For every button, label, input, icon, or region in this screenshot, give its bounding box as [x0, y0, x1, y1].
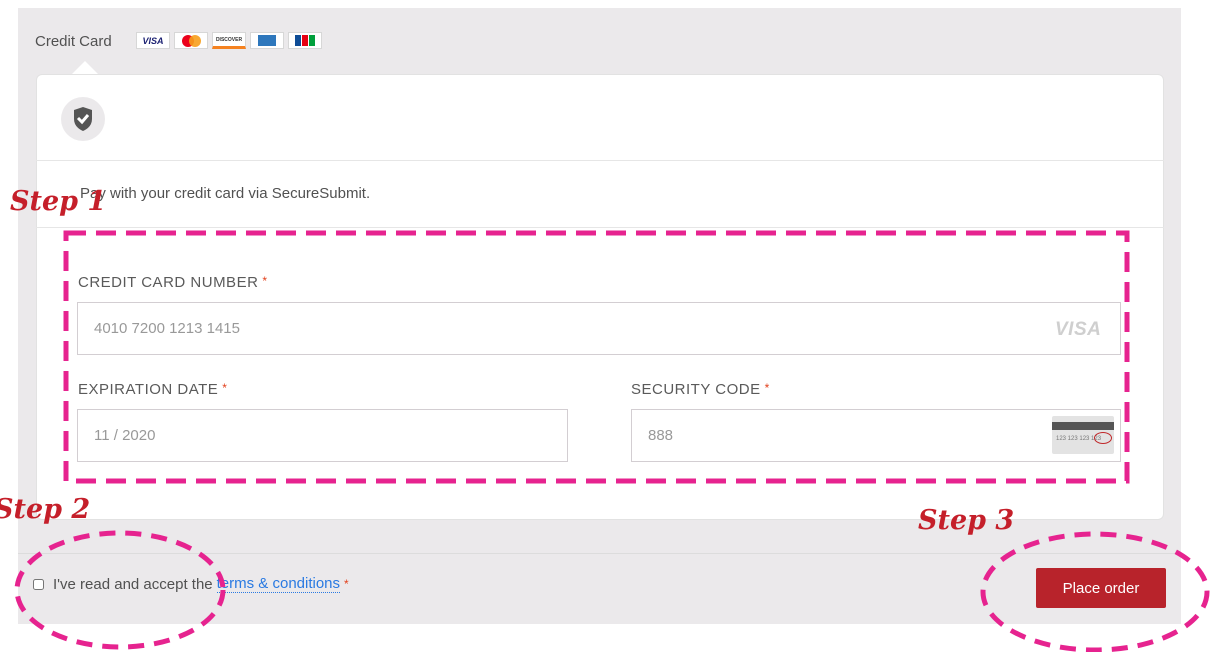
amex-logo-icon	[250, 32, 284, 49]
step1-annotation: Step 1	[10, 186, 107, 217]
step3-annotation: Step 3	[918, 505, 1015, 536]
divider	[36, 227, 1164, 228]
card-number-input[interactable]	[77, 302, 1121, 355]
cvv-card-icon: 123 123 123 123	[1052, 416, 1114, 454]
card-logos: VISA DISCOVER	[136, 32, 322, 50]
required-mark: *	[344, 577, 349, 591]
selected-method-pointer	[71, 61, 99, 75]
card-brand-badge: VISA	[1055, 319, 1102, 340]
security-code-input[interactable]	[631, 409, 1121, 462]
terms-text: I've read and accept the	[53, 575, 213, 593]
jcb-logo-icon	[288, 32, 322, 49]
payment-description: Pay with your credit card via SecureSubm…	[80, 185, 371, 202]
card-number-label: CREDIT CARD NUMBER *	[78, 274, 268, 291]
terms-row: I've read and accept the terms & conditi…	[33, 575, 349, 593]
visa-logo-icon: VISA	[136, 32, 170, 49]
shield-check-icon	[61, 97, 105, 141]
step2-annotation: Step 2	[0, 494, 91, 525]
expiration-date-label: EXPIRATION DATE *	[78, 381, 228, 398]
terms-checkbox[interactable]	[33, 578, 44, 590]
divider	[18, 553, 1181, 554]
required-mark: *	[222, 381, 228, 395]
payment-method-label: Credit Card	[35, 33, 112, 50]
required-mark: *	[764, 381, 770, 395]
security-code-label: SECURITY CODE *	[631, 381, 770, 398]
place-order-button[interactable]: Place order	[1036, 568, 1166, 608]
terms-link[interactable]: terms & conditions	[216, 575, 341, 593]
mastercard-logo-icon	[174, 32, 208, 49]
required-mark: *	[262, 274, 268, 288]
divider	[36, 160, 1164, 161]
expiration-date-input[interactable]	[77, 409, 568, 462]
discover-logo-icon: DISCOVER	[212, 32, 246, 49]
